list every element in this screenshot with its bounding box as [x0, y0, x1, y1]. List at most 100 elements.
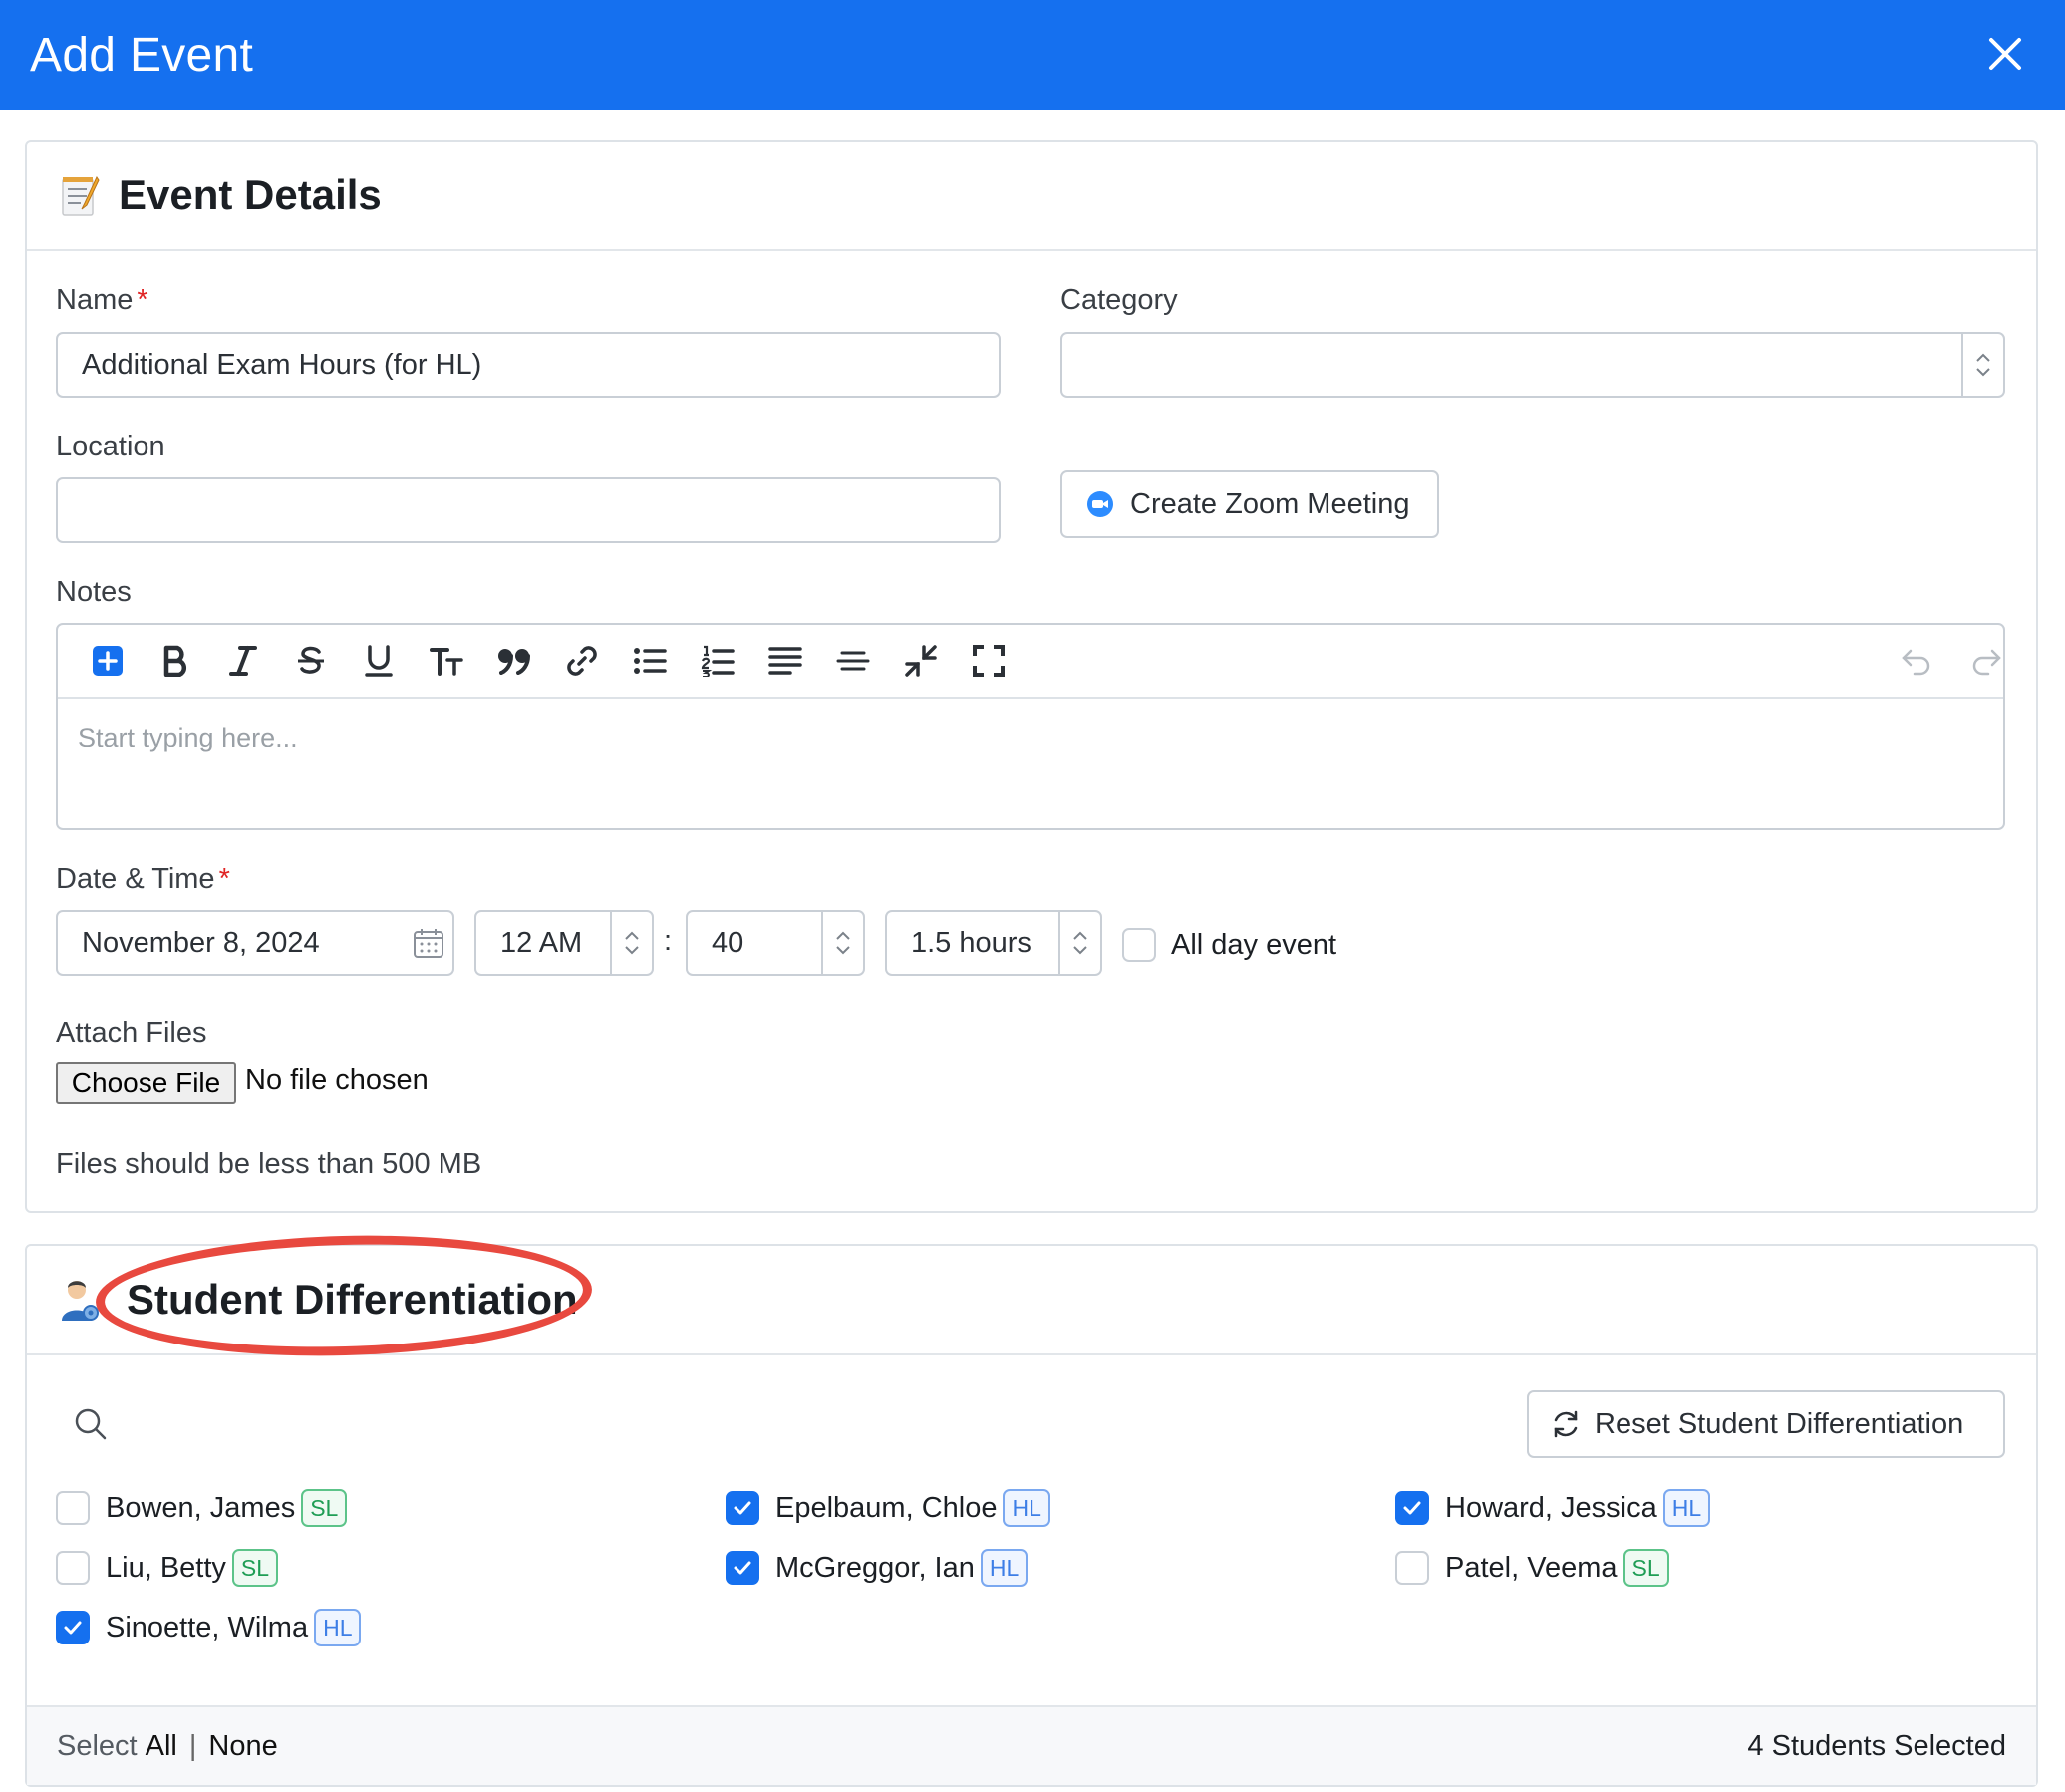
calendar-icon[interactable] — [413, 927, 444, 959]
duration-select[interactable]: 1.5 hours — [885, 910, 1102, 976]
student-item[interactable]: Sinoette, Wilma HL — [56, 1608, 362, 1647]
student-checkbox[interactable] — [56, 1491, 90, 1525]
datetime-label-text: Date & Time — [56, 863, 215, 895]
italic-button[interactable] — [209, 631, 277, 691]
select-all-link[interactable]: All — [146, 1730, 177, 1763]
hour-value: 12 AM — [500, 926, 583, 959]
chevron-up-icon — [1073, 931, 1087, 940]
chevron-up-icon — [625, 931, 639, 940]
category-spinner[interactable] — [1961, 334, 2003, 396]
minute-value: 40 — [712, 926, 744, 959]
student-item[interactable]: Bowen, James SL — [56, 1488, 348, 1528]
student-item[interactable]: Patel, Veema SL — [1395, 1548, 1669, 1588]
fullscreen-button[interactable] — [955, 631, 1023, 691]
select-none-link[interactable]: None — [208, 1730, 277, 1763]
bullet-list-button[interactable] — [616, 631, 684, 691]
numbered-list-icon — [701, 645, 735, 677]
chevron-down-icon — [1073, 946, 1087, 955]
datetime-label: Date & Time * — [56, 863, 230, 896]
date-input[interactable]: November 8, 2024 — [56, 910, 454, 976]
create-zoom-label: Create Zoom Meeting — [1130, 487, 1410, 520]
student-name: McGreggor, Ian — [775, 1551, 975, 1584]
student-differentiation-title: Student Differentiation — [127, 1276, 578, 1323]
notes-label: Notes — [56, 576, 132, 608]
event-details-title: Event Details — [119, 171, 382, 218]
category-label: Category — [1060, 284, 1178, 316]
student-item[interactable]: Liu, Betty SL — [56, 1548, 279, 1588]
student-checkbox[interactable] — [56, 1551, 90, 1585]
student-checkbox[interactable] — [726, 1551, 759, 1585]
clear-format-button[interactable] — [887, 631, 955, 691]
close-icon — [1989, 38, 2021, 70]
select-separator: | — [188, 1729, 197, 1762]
student-name: Sinoette, Wilma — [106, 1611, 309, 1643]
undo-button[interactable] — [1882, 632, 1951, 692]
minute-spinner[interactable] — [821, 912, 863, 974]
level-badge: HL — [1662, 1489, 1711, 1527]
add-block-icon — [93, 646, 123, 676]
add-block-button[interactable] — [74, 631, 142, 691]
link-button[interactable] — [548, 631, 616, 691]
event-details-header: Event Details — [27, 142, 2036, 251]
align-button[interactable] — [751, 631, 819, 691]
align-icon — [768, 647, 802, 675]
create-zoom-button[interactable]: Create Zoom Meeting — [1060, 470, 1439, 538]
selection-footer: Select All | None 4 Students Selected — [27, 1705, 2036, 1785]
editor-toolbar — [58, 625, 2003, 699]
all-day-checkbox[interactable] — [1122, 928, 1156, 962]
modal-title: Add Event — [30, 28, 254, 82]
location-input[interactable] — [56, 477, 1001, 543]
category-select[interactable] — [1060, 332, 2005, 398]
level-badge: SL — [301, 1489, 348, 1527]
checkmark-icon — [734, 1501, 751, 1515]
level-badge: HL — [314, 1609, 362, 1646]
student-item[interactable]: Epelbaum, Chloe HL — [726, 1488, 1050, 1528]
duration-spinner[interactable] — [1058, 912, 1100, 974]
undo-icon — [1902, 649, 1930, 676]
reset-differentiation-label: Reset Student Differentiation — [1595, 1407, 1964, 1440]
student-name: Liu, Betty — [106, 1551, 226, 1584]
student-icon — [62, 1281, 99, 1321]
fullscreen-icon — [973, 645, 1005, 677]
chevron-up-icon — [836, 931, 850, 940]
reset-differentiation-button[interactable]: Reset Student Differentiation — [1527, 1390, 2005, 1458]
quote-button[interactable] — [480, 631, 548, 691]
level-badge: HL — [1003, 1489, 1050, 1527]
name-label: Name * — [56, 284, 148, 317]
underline-button[interactable] — [345, 631, 413, 691]
student-checkbox[interactable] — [726, 1491, 759, 1525]
required-mark: * — [137, 284, 148, 316]
numbered-list-button[interactable] — [684, 631, 751, 691]
strikethrough-button[interactable] — [277, 631, 345, 691]
student-differentiation-header: Student Differentiation — [27, 1246, 2036, 1355]
student-item[interactable]: Howard, Jessica HL — [1395, 1488, 1711, 1528]
search-icon[interactable] — [74, 1407, 108, 1441]
horizontal-rule-button[interactable] — [819, 631, 887, 691]
student-name: Howard, Jessica — [1445, 1491, 1657, 1524]
student-checkbox[interactable] — [56, 1611, 90, 1644]
student-name: Bowen, James — [106, 1491, 296, 1524]
name-input[interactable]: Additional Exam Hours (for HL) — [56, 332, 1001, 398]
student-item[interactable]: McGreggor, Ian HL — [726, 1548, 1029, 1588]
text-size-icon — [430, 648, 463, 676]
level-badge: SL — [1622, 1549, 1669, 1587]
duration-value: 1.5 hours — [911, 926, 1032, 959]
location-label: Location — [56, 431, 165, 462]
underline-icon — [365, 645, 393, 677]
minute-select[interactable]: 40 — [686, 910, 865, 976]
all-day-label: All day event — [1171, 929, 1337, 961]
link-icon — [567, 646, 597, 676]
hour-select[interactable]: 12 AM — [474, 910, 654, 976]
notes-editor[interactable]: Start typing here... — [56, 623, 2005, 830]
choose-file-button[interactable]: Choose File — [56, 1062, 236, 1104]
chevron-up-icon — [1976, 353, 1990, 362]
select-label: Select — [57, 1729, 138, 1762]
student-checkbox[interactable] — [1395, 1491, 1429, 1525]
attach-files-label: Attach Files — [56, 1017, 207, 1048]
close-button[interactable] — [1973, 22, 2037, 86]
hour-spinner[interactable] — [610, 912, 652, 974]
redo-button[interactable] — [1951, 632, 2021, 692]
text-size-button[interactable] — [413, 631, 480, 691]
student-checkbox[interactable] — [1395, 1551, 1429, 1585]
bold-button[interactable] — [142, 631, 209, 691]
